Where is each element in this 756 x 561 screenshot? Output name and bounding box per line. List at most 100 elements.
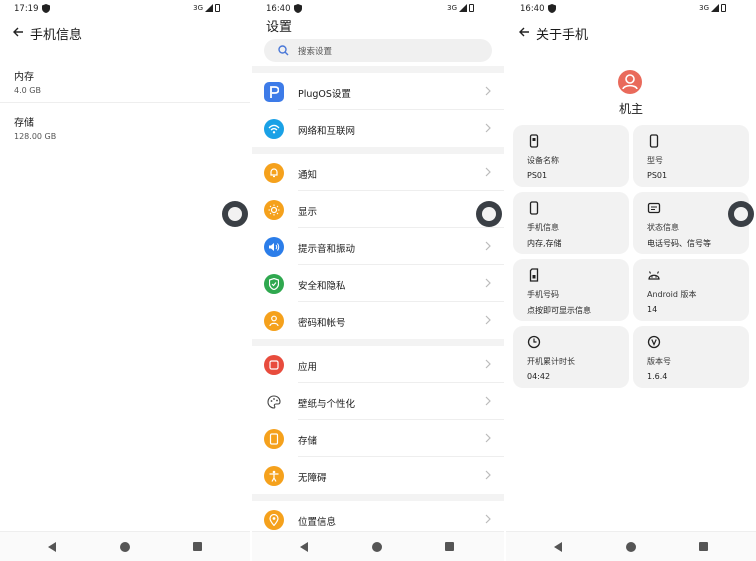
floating-assist-button[interactable] bbox=[222, 201, 248, 227]
apps-icon bbox=[264, 355, 284, 375]
settings-item-plugos[interactable]: PlugOS设置 bbox=[252, 73, 504, 110]
settings-item-display[interactable]: 显示 bbox=[252, 191, 504, 228]
settings-item-label: 位置信息 bbox=[298, 517, 337, 528]
card-device-name[interactable]: 设备名称 PS01 bbox=[513, 125, 629, 187]
settings-item-label: 应用 bbox=[298, 362, 318, 373]
divider bbox=[0, 102, 250, 103]
settings-item-account[interactable]: 密码和帐号 bbox=[252, 302, 504, 339]
location-icon bbox=[264, 510, 284, 530]
floating-assist-button[interactable] bbox=[728, 201, 754, 227]
settings-item-label: 安全和隐私 bbox=[298, 281, 346, 292]
signal-icon bbox=[205, 4, 213, 12]
card-phone-number[interactable]: 手机号码 点按即可显示信息 bbox=[513, 259, 629, 321]
section-separator bbox=[252, 147, 504, 154]
battery-icon bbox=[469, 4, 474, 12]
back-arrow-icon[interactable] bbox=[518, 26, 530, 38]
account-icon bbox=[264, 311, 284, 331]
phone-info-screen: 17:19 3G 手机信息 内存 4.0 GB 存储 128.00 GB bbox=[0, 0, 250, 561]
avatar[interactable] bbox=[618, 70, 642, 94]
shield-status-icon bbox=[548, 4, 556, 13]
card-label: 设备名称 bbox=[527, 156, 559, 165]
chevron-right-icon bbox=[485, 315, 491, 325]
nav-recents-icon[interactable] bbox=[193, 542, 202, 551]
settings-item-storage[interactable]: 存储 bbox=[252, 420, 504, 457]
battery-icon bbox=[215, 4, 220, 12]
storage-label: 存储 bbox=[14, 118, 34, 129]
settings-item-network[interactable]: 网络和互联网 bbox=[252, 110, 504, 147]
nav-recents-icon[interactable] bbox=[699, 542, 708, 551]
page-title: 设置 bbox=[266, 20, 293, 35]
settings-item-accessibility[interactable]: 无障碍 bbox=[252, 457, 504, 494]
status-right: 3G bbox=[193, 4, 220, 12]
sim-icon bbox=[529, 134, 539, 148]
nav-home-icon[interactable] bbox=[120, 542, 130, 552]
card-value: 14 bbox=[647, 305, 658, 314]
network-type: 3G bbox=[699, 4, 709, 12]
signal-icon bbox=[459, 4, 467, 12]
shield-status-icon bbox=[42, 4, 50, 13]
chevron-right-icon bbox=[485, 123, 491, 133]
settings-screen: 16:40 3G 设置 搜索设置 PlugOS设置 网络和互联网 通知 显示 提… bbox=[252, 0, 504, 561]
page-title: 手机信息 bbox=[30, 28, 83, 43]
settings-item-label: 壁纸与个性化 bbox=[298, 399, 356, 410]
plugos-icon bbox=[264, 82, 284, 102]
search-placeholder: 搜索设置 bbox=[298, 47, 333, 57]
notification-icon bbox=[264, 163, 284, 183]
card-value: 电话号码、信号等 bbox=[647, 239, 711, 248]
settings-item-security[interactable]: 安全和隐私 bbox=[252, 265, 504, 302]
card-label: Android 版本 bbox=[647, 290, 697, 299]
card-android-version[interactable]: Android 版本 14 bbox=[633, 259, 749, 321]
floating-assist-button[interactable] bbox=[476, 201, 502, 227]
settings-item-label: 网络和互联网 bbox=[298, 126, 356, 137]
storage-item[interactable]: 存储 128.00 GB bbox=[14, 114, 56, 141]
memory-value: 4.0 GB bbox=[14, 86, 41, 95]
network-type: 3G bbox=[193, 4, 203, 12]
status-right: 3G bbox=[699, 4, 726, 12]
settings-item-notification[interactable]: 通知 bbox=[252, 154, 504, 191]
settings-item-apps[interactable]: 应用 bbox=[252, 346, 504, 383]
chevron-right-icon bbox=[485, 86, 491, 96]
card-model[interactable]: 型号 PS01 bbox=[633, 125, 749, 187]
card-label: 版本号 bbox=[647, 357, 671, 366]
signal-icon bbox=[711, 4, 719, 12]
chevron-right-icon bbox=[485, 278, 491, 288]
nav-back-icon[interactable] bbox=[300, 542, 308, 552]
settings-item-label: 密码和帐号 bbox=[298, 318, 346, 329]
nav-home-icon[interactable] bbox=[626, 542, 636, 552]
card-build-number[interactable]: 版本号 1.6.4 bbox=[633, 326, 749, 388]
chevron-right-icon bbox=[485, 359, 491, 369]
about-phone-screen: 16:40 3G 关于手机 机主 设备名称 PS01 型号 PS01 手机信息 … bbox=[506, 0, 756, 561]
nav-recents-icon[interactable] bbox=[445, 542, 454, 551]
section-separator bbox=[252, 494, 504, 501]
nav-bar bbox=[252, 531, 504, 561]
card-value: PS01 bbox=[527, 171, 548, 180]
battery-icon bbox=[721, 4, 726, 12]
accessibility-icon bbox=[264, 466, 284, 486]
nav-back-icon[interactable] bbox=[554, 542, 562, 552]
card-icon bbox=[647, 202, 661, 214]
card-label: 手机信息 bbox=[527, 223, 559, 232]
memory-item[interactable]: 内存 4.0 GB bbox=[14, 68, 41, 95]
android-icon bbox=[648, 271, 660, 280]
section-separator bbox=[252, 339, 504, 346]
search-input[interactable]: 搜索设置 bbox=[264, 39, 492, 62]
nav-bar bbox=[506, 531, 756, 561]
nav-home-icon[interactable] bbox=[372, 542, 382, 552]
settings-item-label: 显示 bbox=[298, 207, 318, 218]
nav-back-icon[interactable] bbox=[48, 542, 56, 552]
card-value: PS01 bbox=[647, 171, 668, 180]
chevron-right-icon bbox=[485, 433, 491, 443]
card-phone-info[interactable]: 手机信息 内存,存储 bbox=[513, 192, 629, 254]
card-uptime[interactable]: 开机累计时长 04:42 bbox=[513, 326, 629, 388]
brightness-icon bbox=[264, 200, 284, 220]
settings-item-sound[interactable]: 提示音和振动 bbox=[252, 228, 504, 265]
back-arrow-icon[interactable] bbox=[12, 26, 24, 38]
nav-bar bbox=[0, 531, 250, 561]
page-title: 关于手机 bbox=[536, 28, 589, 43]
clock-icon bbox=[527, 335, 541, 349]
top-bar: 关于手机 bbox=[506, 22, 756, 44]
memory-label: 内存 bbox=[14, 72, 34, 83]
card-label: 状态信息 bbox=[647, 223, 679, 232]
chevron-right-icon bbox=[485, 470, 491, 480]
settings-item-wallpaper[interactable]: 壁纸与个性化 bbox=[252, 383, 504, 420]
